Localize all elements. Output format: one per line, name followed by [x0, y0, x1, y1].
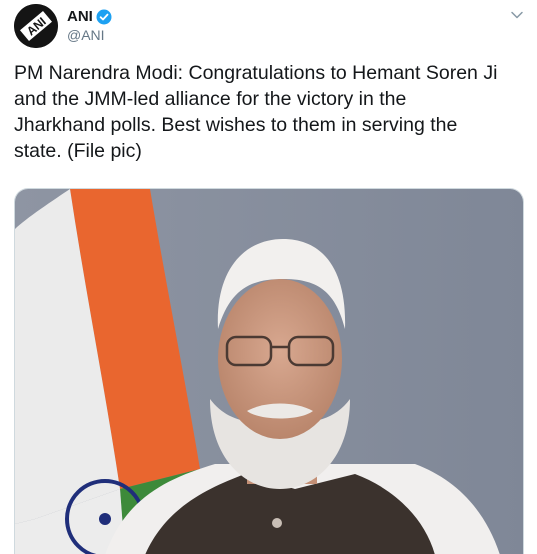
photo-image — [15, 189, 523, 554]
ani-logo-icon: ANI — [14, 4, 58, 48]
tweet-text-line: and the JMM-led alliance for the victory… — [14, 88, 407, 110]
handle[interactable]: @ANI — [67, 27, 105, 44]
avatar[interactable]: ANI — [14, 4, 58, 48]
tweet-text-line: state. (File pic) — [14, 140, 142, 162]
verified-badge-icon — [96, 9, 112, 25]
tweet-card: ANI ANI @ANI PM Narendra Modi: Congratul… — [0, 0, 537, 554]
tweet-photo[interactable] — [14, 188, 524, 554]
tweet-text-line: PM Narendra Modi: Congratulations to Hem… — [14, 62, 498, 84]
tweet-text-line: Jharkhand polls. Best wishes to them in … — [14, 114, 458, 136]
chevron-down-icon[interactable] — [510, 10, 524, 20]
display-name[interactable]: ANI — [67, 8, 93, 26]
tweet-text: PM Narendra Modi: Congratulations to Hem… — [14, 60, 524, 164]
